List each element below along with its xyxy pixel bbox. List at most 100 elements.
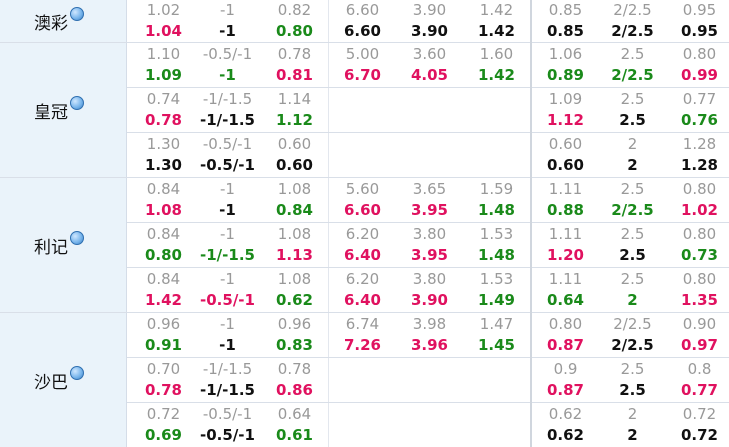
company-name-wrap[interactable]: 沙巴	[34, 366, 84, 393]
current-handicap-value: -1	[219, 66, 236, 84]
company-cell[interactable]: 利记	[0, 177, 127, 313]
current-handicap-value: -1	[219, 201, 236, 219]
current-handicap-value: -0.5/-1	[200, 291, 255, 309]
company-name[interactable]: 澳彩	[34, 9, 68, 34]
current-handicap-value: 0.80	[275, 22, 313, 40]
opening-handicap-value: 0.84	[146, 270, 181, 288]
opening-over-under-value: 2.5	[620, 270, 645, 288]
current-europe-1x2-value: 3.95	[410, 201, 448, 219]
opening-europe-1x2-value: 5.60	[345, 180, 380, 198]
current-handicap-value: 1.08	[144, 201, 182, 219]
opening-handicap-value: 0.78	[277, 45, 312, 63]
opening-handicap-value: 0.96	[146, 315, 181, 333]
company-name-wrap[interactable]: 皇冠	[34, 96, 84, 123]
current-over-under-value: 0.88	[546, 201, 584, 219]
current-odds: 1.08 -1 0.84	[127, 200, 328, 221]
opening-odds: 0.72 -0.5/-1 0.64	[127, 404, 328, 425]
opening-odds: 1.09 2.5 0.77	[532, 89, 729, 110]
opening-europe-1x2-value: 3.90	[412, 1, 447, 19]
opening-over-under-value: 1.06	[548, 45, 583, 63]
current-over-under-value: 0.89	[546, 66, 584, 84]
opening-odds: 1.11 2.5 0.80	[532, 269, 729, 290]
current-odds: 0.87 2.5 0.77	[532, 380, 729, 401]
opening-odds: 1.11 2.5 0.80	[532, 179, 729, 200]
current-europe-1x2-value: 3.95	[410, 246, 448, 264]
opening-over-under-value: 2.5	[620, 180, 645, 198]
opening-handicap-value: -1	[220, 270, 235, 288]
handicap-odds-cell: 0.84 -1 1.08 1.42 -0.5/-1 0.62	[126, 267, 329, 313]
opening-handicap-value: -1	[220, 1, 235, 19]
opening-handicap-value: 0.60	[277, 135, 312, 153]
opening-handicap-value: 0.72	[146, 405, 181, 423]
opening-odds: 5.00 3.60 1.60	[329, 44, 530, 65]
opening-europe-1x2-value: 1.47	[479, 315, 514, 333]
football-icon[interactable]	[70, 366, 84, 380]
current-handicap-value: 0.86	[275, 381, 313, 399]
opening-europe-1x2-value: 6.20	[345, 270, 380, 288]
europe-1x2-odds-cell: 5.00 3.60 1.60 6.70 4.05 1.42	[328, 42, 532, 88]
opening-europe-1x2-value: 5.00	[345, 45, 380, 63]
opening-handicap-value: -1/-1.5	[202, 360, 253, 378]
over-under-odds-cell: 0.60 2 1.28 0.60 2 1.28	[530, 132, 729, 178]
company-name[interactable]: 皇冠	[34, 98, 68, 123]
company-name-wrap[interactable]: 利记	[34, 231, 84, 258]
current-over-under-value: 2/2.5	[611, 66, 654, 84]
handicap-odds-cell: 0.84 -1 1.08 1.08 -1 0.84	[126, 177, 329, 223]
current-odds: 6.60 3.90 1.42	[329, 21, 530, 42]
current-over-under-value: 0.64	[546, 291, 584, 309]
football-icon[interactable]	[70, 96, 84, 110]
europe-1x2-odds-cell: 6.60 3.90 1.42 6.60 3.90 1.42	[328, 0, 532, 43]
odds-row: 沙巴 0.96 -1 0.96 0.91 -1 0.83 6.74 3.98 1.47 7.26 3.…	[0, 312, 729, 447]
over-under-odds-cell: 1.11 2.5 0.80 0.88 2/2.5 1.02	[530, 177, 729, 223]
over-under-odds-cell: 1.06 2.5 0.80 0.89 2/2.5 0.99	[530, 42, 729, 88]
europe-1x2-odds-cell	[328, 87, 532, 133]
current-over-under-value: 0.60	[546, 156, 584, 174]
company-name-wrap[interactable]: 澳彩	[34, 7, 84, 34]
current-odds: 1.04 -1 0.80	[127, 21, 328, 42]
opening-handicap-value: -1	[220, 315, 235, 333]
over-under-odds-cell: 1.09 2.5 0.77 1.12 2.5 0.76	[530, 87, 729, 133]
current-odds: 0.80 -1/-1.5 1.13	[127, 245, 328, 266]
current-over-under-value: 0.85	[546, 22, 584, 40]
current-europe-1x2-value: 6.60	[343, 22, 381, 40]
company-name[interactable]: 沙巴	[34, 368, 68, 393]
current-handicap-value: 0.61	[275, 426, 313, 444]
opening-over-under-value: 2/2.5	[613, 315, 652, 333]
current-odds: 1.20 2.5 0.73	[532, 245, 729, 266]
football-icon[interactable]	[70, 7, 84, 21]
opening-odds: 0.84 -1 1.08	[127, 224, 328, 245]
company-cell[interactable]: 皇冠	[0, 42, 127, 178]
current-europe-1x2-value: 3.90	[410, 22, 448, 40]
current-over-under-value: 0.62	[546, 426, 584, 444]
current-handicap-value: 1.12	[275, 111, 313, 129]
opening-over-under-value: 1.11	[548, 270, 583, 288]
current-odds: 0.88 2/2.5 1.02	[532, 200, 729, 221]
opening-odds: 0.96 -1 0.96	[127, 314, 328, 335]
opening-over-under-value: 0.72	[682, 405, 717, 423]
opening-handicap-value: -1	[220, 180, 235, 198]
football-icon[interactable]	[70, 231, 84, 245]
opening-handicap-value: 1.14	[277, 90, 312, 108]
company-cell[interactable]: 沙巴	[0, 312, 127, 447]
current-over-under-value: 0.76	[680, 111, 718, 129]
current-handicap-value: 0.78	[144, 111, 182, 129]
over-under-odds-cell: 0.62 2 0.72 0.62 2 0.72	[530, 402, 729, 447]
over-under-odds-cell: 0.85 2/2.5 0.95 0.85 2/2.5 0.95	[530, 0, 729, 43]
opening-odds: 0.70 -1/-1.5 0.78	[127, 359, 328, 380]
current-odds: 0.87 2/2.5 0.97	[532, 335, 729, 356]
opening-over-under-value: 0.90	[682, 315, 717, 333]
opening-odds: 0.85 2/2.5 0.95	[532, 0, 729, 21]
company-cell[interactable]: 澳彩	[0, 0, 127, 43]
company-name[interactable]: 利记	[34, 233, 68, 258]
current-over-under-value: 2	[627, 291, 638, 309]
europe-1x2-odds-cell	[328, 402, 532, 447]
europe-1x2-odds-cell: 6.20 3.80 1.53 6.40 3.95 1.48	[328, 222, 532, 268]
current-handicap-value: 1.09	[144, 66, 182, 84]
current-odds: 7.26 3.96 1.45	[329, 335, 530, 356]
opening-over-under-value: 2.5	[620, 90, 645, 108]
current-odds: 0.62 2 0.72	[532, 425, 729, 446]
opening-over-under-value: 0.80	[682, 225, 717, 243]
opening-handicap-value: 1.02	[146, 1, 181, 19]
current-over-under-value: 2/2.5	[611, 22, 654, 40]
opening-odds: 1.30 -0.5/-1 0.60	[127, 134, 328, 155]
